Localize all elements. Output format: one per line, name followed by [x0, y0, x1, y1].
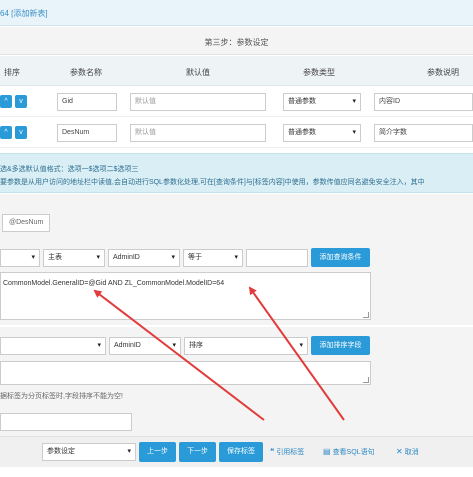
resize-grip-icon[interactable] — [363, 312, 369, 318]
chevron-up-icon: ^ — [4, 129, 8, 136]
logic-select[interactable]: ▾ — [0, 249, 40, 267]
caret-down-icon: ▾ — [31, 254, 35, 261]
caret-down-icon: ▾ — [352, 98, 356, 105]
step-row: 第三步：参数设定 — [0, 27, 473, 55]
resize-grip-icon[interactable] — [363, 377, 369, 383]
step-title: 第三步：参数设定 — [204, 38, 269, 47]
view-sql-link[interactable]: ▤ 查看SQL语句 — [323, 447, 375, 457]
param-default-input[interactable]: 默认值 — [130, 93, 266, 111]
chevron-up-icon: ^ — [4, 98, 8, 105]
param-chip[interactable]: @DesNum — [2, 214, 50, 232]
param-type-value: 普通参数 — [288, 129, 316, 136]
operator-select[interactable]: 等于 ▾ — [183, 249, 243, 267]
move-up-button[interactable]: ^ — [0, 126, 12, 139]
caret-down-icon: ▾ — [127, 448, 131, 455]
order-sql-textarea[interactable] — [0, 361, 371, 385]
step-select[interactable]: 参数设定 ▾ — [42, 443, 136, 461]
col-sort: 排序 — [4, 68, 20, 77]
prev-step-button[interactable]: 上一步 — [139, 442, 176, 462]
view-sql-label: 查看SQL语句 — [332, 449, 375, 456]
where-sql-textarea[interactable]: CommonModel.GeneralID=@Gid AND ZL_Common… — [0, 272, 371, 320]
field-select-value: AdminID — [113, 254, 140, 261]
caret-down-icon: ▾ — [299, 342, 303, 349]
caret-down-icon: ▾ — [97, 342, 101, 349]
order-field-select[interactable]: AdminID ▾ — [109, 337, 181, 355]
col-default: 默认值 — [186, 68, 210, 77]
caret-down-icon: ▾ — [96, 254, 100, 261]
param-name-input[interactable]: DesNum — [57, 124, 117, 142]
param-name-input[interactable]: Gid — [57, 93, 117, 111]
table-select[interactable]: 主表 ▾ — [43, 249, 105, 267]
next-step-button[interactable]: 下一步 — [179, 442, 216, 462]
param-row: ^ v Gid 默认值 普通参数 ▾ 内容ID — [0, 87, 473, 117]
col-name: 参数名称 — [70, 68, 102, 77]
param-type-select[interactable]: 普通参数 ▾ — [283, 93, 361, 111]
add-order-button[interactable]: 添加排序字段 — [311, 336, 370, 355]
chevron-down-icon: v — [19, 129, 23, 136]
move-down-button[interactable]: v — [15, 95, 27, 108]
caret-down-icon: ▾ — [352, 129, 356, 136]
cancel-link[interactable]: ✕ 取消 — [396, 447, 419, 457]
condition-value-input[interactable] — [246, 249, 308, 267]
chevron-down-icon: v — [19, 98, 23, 105]
table-select-value: 主表 — [48, 254, 62, 261]
param-desc-input[interactable]: 简介字数 — [374, 124, 473, 142]
cancel-label: 取消 — [404, 449, 419, 456]
cancel-icon: ✕ — [396, 447, 403, 456]
where-sql-text: CommonModel.GeneralID=@Gid AND ZL_Common… — [3, 280, 225, 287]
order-direction-select[interactable]: 排序 ▾ — [184, 337, 308, 355]
param-desc-input[interactable]: 内容ID — [374, 93, 473, 111]
info-line-2: 要参数是从用户访问的地址栏中读值,会自动进行SQL参数化处理,可在[查询条件]与… — [0, 179, 425, 186]
info-line-1: 选&多选默认值格式：选项一$选项二$选项三 — [0, 166, 139, 173]
move-down-button[interactable]: v — [15, 126, 27, 139]
order-table-select[interactable]: ▾ — [0, 337, 106, 355]
move-up-button[interactable]: ^ — [0, 95, 12, 108]
ref-tag-link[interactable]: ❝ 引用标签 — [270, 447, 304, 457]
param-type-select[interactable]: 普通参数 ▾ — [283, 124, 361, 142]
step-select-value: 参数设定 — [47, 448, 75, 455]
code-icon: ▤ — [323, 447, 331, 456]
info-box: 选&多选默认值格式：选项一$选项二$选项三 要参数是从用户访问的地址栏中读值,会… — [0, 153, 473, 193]
quote-icon: ❝ — [270, 447, 275, 456]
header-bar: 64 [添加新表] — [0, 0, 473, 26]
ref-tag-label: 引用标签 — [276, 449, 305, 456]
order-hint: 据标签为分页标签时,字段排序不能为空! — [0, 393, 123, 400]
param-type-value: 普通参数 — [288, 98, 316, 105]
params-table-header: 排序 参数名称 默认值 参数类型 参数说明 — [0, 56, 473, 86]
caret-down-icon: ▾ — [172, 342, 176, 349]
order-field-value: AdminID — [114, 342, 141, 349]
col-type: 参数类型 — [303, 68, 335, 77]
param-default-input[interactable]: 默认值 — [130, 124, 266, 142]
header-title: 64 [添加新表] — [0, 9, 48, 18]
add-where-button[interactable]: 添加查询条件 — [311, 248, 370, 267]
save-tag-button[interactable]: 保存标签 — [219, 442, 263, 462]
param-row: ^ v DesNum 默认值 普通参数 ▾ 简介字数 — [0, 118, 473, 148]
caret-down-icon: ▾ — [234, 254, 238, 261]
field-select[interactable]: AdminID ▾ — [108, 249, 180, 267]
extra-input[interactable] — [0, 413, 132, 431]
param-chip-band — [0, 194, 473, 239]
operator-select-value: 等于 — [188, 254, 202, 261]
col-desc: 参数说明 — [427, 68, 459, 77]
caret-down-icon: ▾ — [171, 254, 175, 261]
order-direction-value: 排序 — [189, 342, 203, 349]
